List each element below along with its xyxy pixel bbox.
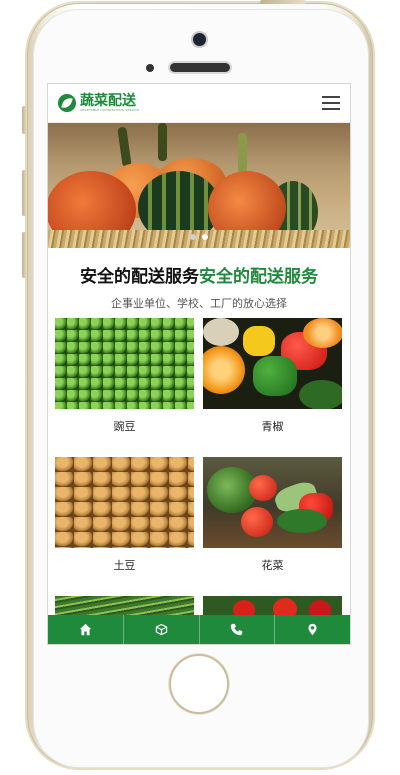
phone-icon <box>231 623 243 636</box>
product-label: 土豆 <box>113 559 136 572</box>
site-logo[interactable]: 蔬菜配送 VEGETABLE DISTRIBUTION SERVICE <box>58 94 139 112</box>
leaf-logo-icon <box>58 94 76 112</box>
phone-screen: 蔬菜配送 VEGETABLE DISTRIBUTION SERVICE 安全的配… <box>47 83 351 645</box>
nav-home[interactable] <box>48 615 124 644</box>
cube-icon <box>155 623 167 636</box>
front-camera <box>193 33 206 46</box>
volume-down-button <box>22 232 27 278</box>
nav-phone[interactable] <box>200 615 276 644</box>
product-label: 豌豆 <box>113 420 136 433</box>
peas-image <box>55 318 194 409</box>
proximity-sensor <box>146 64 154 72</box>
section-headline: 安全的配送服务安全的配送服务 <box>48 262 350 287</box>
hero-banner[interactable] <box>48 123 350 248</box>
logo-subtitle: VEGETABLE DISTRIBUTION SERVICE <box>80 108 140 112</box>
product-card-broccoli[interactable]: 花菜 <box>203 457 342 596</box>
section-subtitle: 企事业单位、学校、工厂的放心选择 <box>111 297 287 310</box>
nav-location[interactable] <box>275 615 350 644</box>
pepper-image <box>203 318 342 409</box>
carousel-dot-active[interactable] <box>202 234 208 240</box>
hamburger-menu-icon[interactable] <box>322 96 340 110</box>
carousel-dots <box>48 234 350 240</box>
home-icon <box>79 623 92 636</box>
home-button[interactable] <box>169 654 229 714</box>
bottom-navigation <box>48 615 350 644</box>
broccoli-image <box>203 457 342 548</box>
product-grid: 豌豆 青椒 土豆 花菜 <box>48 318 350 644</box>
logo-title: 蔬菜配送 <box>80 93 136 109</box>
power-button <box>260 0 306 4</box>
product-card-pepper[interactable]: 青椒 <box>203 318 342 457</box>
product-label: 花菜 <box>261 559 284 572</box>
product-label: 青椒 <box>261 420 284 433</box>
mute-switch <box>22 106 27 134</box>
earpiece-speaker <box>170 63 230 72</box>
headline-black: 安全的配送服务 <box>80 267 199 287</box>
product-card-peas[interactable]: 豌豆 <box>55 318 194 457</box>
location-pin-icon <box>308 623 317 636</box>
site-header: 蔬菜配送 VEGETABLE DISTRIBUTION SERVICE <box>48 84 350 123</box>
product-card-potato[interactable]: 土豆 <box>55 457 194 596</box>
potato-image <box>55 457 194 548</box>
carousel-dot[interactable] <box>190 234 196 240</box>
nav-products[interactable] <box>124 615 200 644</box>
headline-green: 安全的配送服务 <box>199 267 318 287</box>
volume-up-button <box>22 170 27 216</box>
